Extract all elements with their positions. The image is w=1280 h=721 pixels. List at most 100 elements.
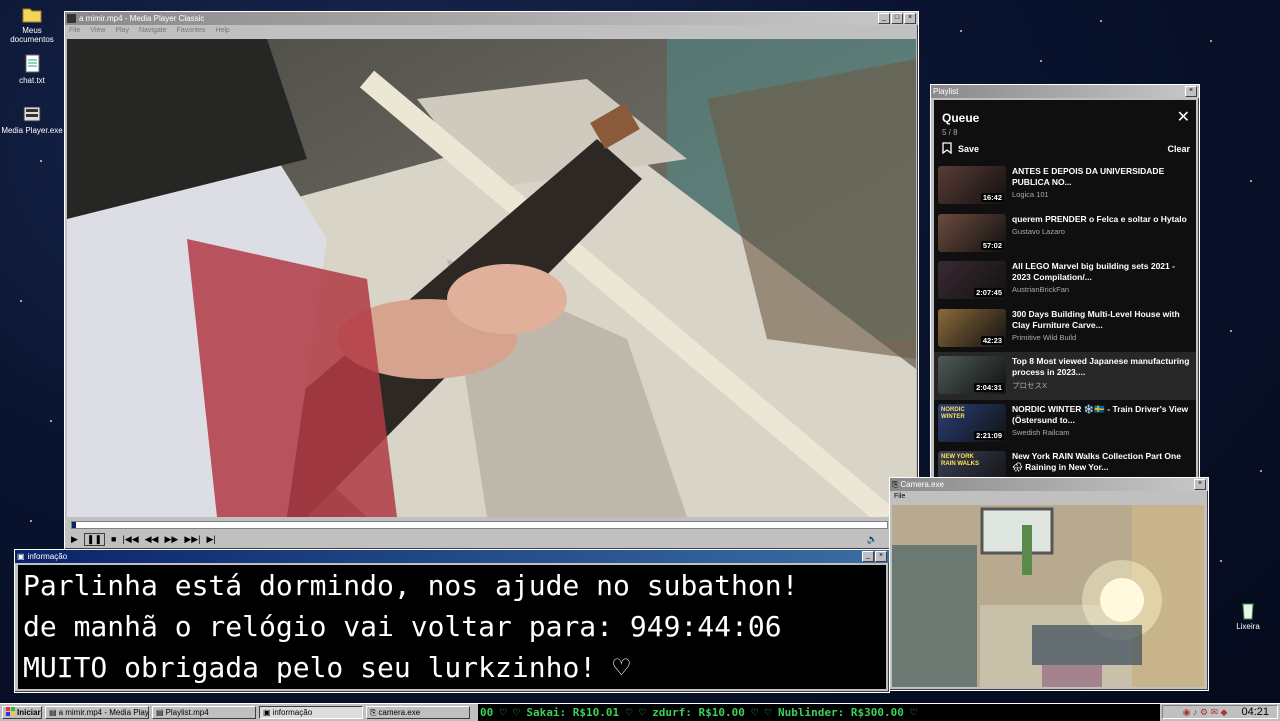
bookmark-icon[interactable] — [942, 142, 952, 156]
maximize-button[interactable]: □ — [891, 13, 903, 24]
menu-file[interactable]: File — [894, 493, 905, 500]
task-button[interactable]: ▣ informação — [259, 706, 363, 719]
seek-bar[interactable] — [71, 521, 888, 529]
clock: 04:21 — [1241, 706, 1269, 718]
menu-view[interactable]: View — [90, 27, 105, 34]
stop-icon[interactable]: ■ — [111, 534, 116, 544]
frame-step-icon[interactable]: ▶| — [207, 534, 216, 545]
desktop-icon-label: Lixeira — [1236, 622, 1260, 631]
video-thumbnail: NEW YORK RAIN WALKS — [938, 451, 1006, 477]
queue-item[interactable]: 2:07:45 All LEGO Marvel big building sets… — [934, 257, 1196, 305]
window-title: Camera.exe — [900, 480, 944, 489]
video-thumbnail: 2:04:31 — [938, 356, 1006, 394]
video-title: querem PRENDER o Felca e soltar o Hytalo — [1012, 213, 1187, 224]
duration-badge: 16:42 — [980, 193, 1004, 202]
camera-titlebar[interactable]: ⎘ Camera.exe × — [890, 478, 1208, 491]
camera-window: ⎘ Camera.exe × File — [889, 477, 1209, 691]
clear-button[interactable]: Clear — [1167, 144, 1190, 154]
video-title: New York RAIN Walks Collection Part One … — [1012, 451, 1181, 472]
close-button[interactable]: × — [875, 551, 887, 562]
recycle-bin-icon — [1237, 600, 1259, 620]
play-icon[interactable]: ▶ — [71, 534, 78, 545]
duration-badge: 57:02 — [980, 240, 1004, 250]
video-thumbnail: 16:42 — [938, 166, 1006, 204]
app-icon — [67, 14, 76, 23]
task-button[interactable]: ▤a mimir.mp4 - Media Playe... — [45, 706, 149, 719]
task-button[interactable]: ▤ Playlist.mp4 — [152, 706, 256, 719]
queue-item[interactable]: 16:42 ANTES E DEPOIS DA UNIVERSIDADE PUBL… — [934, 162, 1196, 210]
channel-name: Primitive Wild Build — [1012, 332, 1077, 342]
close-button[interactable]: × — [1194, 479, 1206, 490]
channel-name: Logica 101 — [1012, 190, 1049, 199]
donation-ticker: 00 ♡ ♡ Sakai: R$10.01 ♡ ♡ zdurf: R$10.00… — [478, 704, 1160, 721]
menu-file[interactable]: File — [69, 27, 80, 34]
window-title: Playlist — [933, 87, 959, 96]
video-frame[interactable] — [67, 39, 916, 517]
channel-name: プロセスX — [1012, 381, 1048, 390]
desktop-icon-recycle-bin[interactable]: Lixeira — [1216, 600, 1280, 631]
forward-icon[interactable]: ▶▶ — [164, 534, 178, 545]
duration-badge: 2:07:45 — [974, 288, 1004, 297]
queue-panel: Queue ✕ 5 / 8 Save Clear 16:42 ANTES E DE… — [934, 100, 1196, 477]
video-title: Top 8 Most viewed Japanese manufacturing… — [1012, 356, 1190, 377]
video-thumbnail: 2:07:45 — [938, 261, 1006, 299]
video-title: All LEGO Marvel big building sets 2021 -… — [1012, 261, 1175, 282]
task-app-icon: ▤ — [156, 708, 164, 717]
desktop-icon-my-documents[interactable]: Meus documentos — [0, 4, 64, 44]
queue-item[interactable]: NORDIC WINTER 2:21:09 NORDIC WINTER ❄️🇸🇪 -… — [934, 400, 1196, 448]
queue-item[interactable]: 2:04:31 Top 8 Most viewed Japanese manufa… — [934, 352, 1196, 400]
info-titlebar[interactable]: ▣ informação _ × — [15, 550, 889, 563]
rewind-icon[interactable]: ◀◀ — [145, 534, 159, 545]
queue-item[interactable]: 57:02 querem PRENDER o Felca e soltar o H… — [934, 210, 1196, 258]
folder-icon — [21, 4, 43, 24]
close-button[interactable]: × — [1185, 86, 1197, 97]
next-icon[interactable]: ▶▶| — [184, 534, 200, 545]
save-button[interactable]: Save — [958, 144, 1167, 154]
text-file-icon — [21, 54, 43, 74]
playback-controls: ▶ ❚❚ ■ |◀◀ ◀◀ ▶▶ ▶▶| ▶| 🔈 — [65, 532, 918, 546]
task-app-icon: ⎘ — [370, 707, 377, 717]
menu-navigate[interactable]: Navigate — [139, 27, 167, 34]
pause-icon[interactable]: ❚❚ — [83, 532, 106, 546]
task-label: Playlist.mp4 — [165, 708, 209, 717]
video-thumbnail: NORDIC WINTER 2:21:09 — [938, 403, 1006, 442]
window-title: a mimir.mp4 - Media Player Classic — [79, 14, 205, 23]
close-queue-icon[interactable]: ✕ — [1177, 110, 1190, 126]
tray-icons[interactable]: ◉ ♪ ⚙ ✉ ◆ — [1183, 707, 1228, 718]
task-app-icon: ▤ — [49, 708, 57, 717]
system-tray: ◉ ♪ ⚙ ✉ ◆ 04:21 — [1162, 705, 1278, 719]
channel-name: Gustavo Lazaro — [1012, 226, 1065, 236]
menu-help[interactable]: Help — [215, 27, 229, 34]
windows-logo-icon — [6, 707, 15, 718]
channel-name: Swedish Railcam — [1012, 427, 1070, 437]
menu-favorites[interactable]: Favorites — [177, 27, 206, 34]
prev-icon[interactable]: |◀◀ — [122, 534, 138, 545]
media-player-icon — [21, 104, 43, 124]
video-thumbnail: 42:23 — [938, 308, 1006, 347]
queue-item[interactable]: 42:23 300 Days Building Multi-Level House… — [934, 305, 1196, 353]
task-label: informação — [272, 708, 313, 717]
menu-play[interactable]: Play — [115, 27, 129, 34]
camera-app-icon: ⎘ — [892, 479, 899, 489]
desktop-icon-media-player[interactable]: Media Player.exe — [0, 104, 64, 135]
volume-icon[interactable]: 🔈 — [867, 534, 878, 545]
start-button[interactable]: Iniciar — [2, 706, 42, 719]
video-title: NORDIC WINTER ❄️🇸🇪 - Train Driver's View… — [1012, 403, 1189, 425]
task-button[interactable]: ⎘ camera.exe — [366, 706, 470, 719]
channel-name: AustrianBrickFan — [1012, 285, 1070, 294]
queue-item[interactable]: NEW YORK RAIN WALKS New York RAIN Walks C… — [934, 447, 1196, 477]
media-player-titlebar[interactable]: a mimir.mp4 - Media Player Classic _ □ × — [65, 12, 918, 25]
thumbnail-text: NEW YORK RAIN WALKS — [941, 454, 979, 467]
info-window: ▣ informação _ × Parlinha está dormindo,… — [14, 549, 890, 693]
close-button[interactable]: × — [904, 13, 916, 24]
video-image — [67, 39, 916, 517]
start-label: Iniciar — [17, 708, 41, 717]
taskbar: Iniciar ▤a mimir.mp4 - Media Playe... ▤P… — [0, 703, 1280, 721]
desktop-icon-label: chat.txt — [19, 76, 45, 85]
desktop-icon-chat[interactable]: chat.txt — [0, 54, 64, 85]
playlist-titlebar[interactable]: Playlist × — [931, 85, 1199, 98]
info-message: Parlinha está dormindo, nos ajude no sub… — [18, 565, 886, 689]
minimize-button[interactable]: _ — [862, 551, 874, 562]
video-title: 300 Days Building Multi-Level House with… — [1012, 308, 1180, 330]
minimize-button[interactable]: _ — [878, 13, 890, 24]
